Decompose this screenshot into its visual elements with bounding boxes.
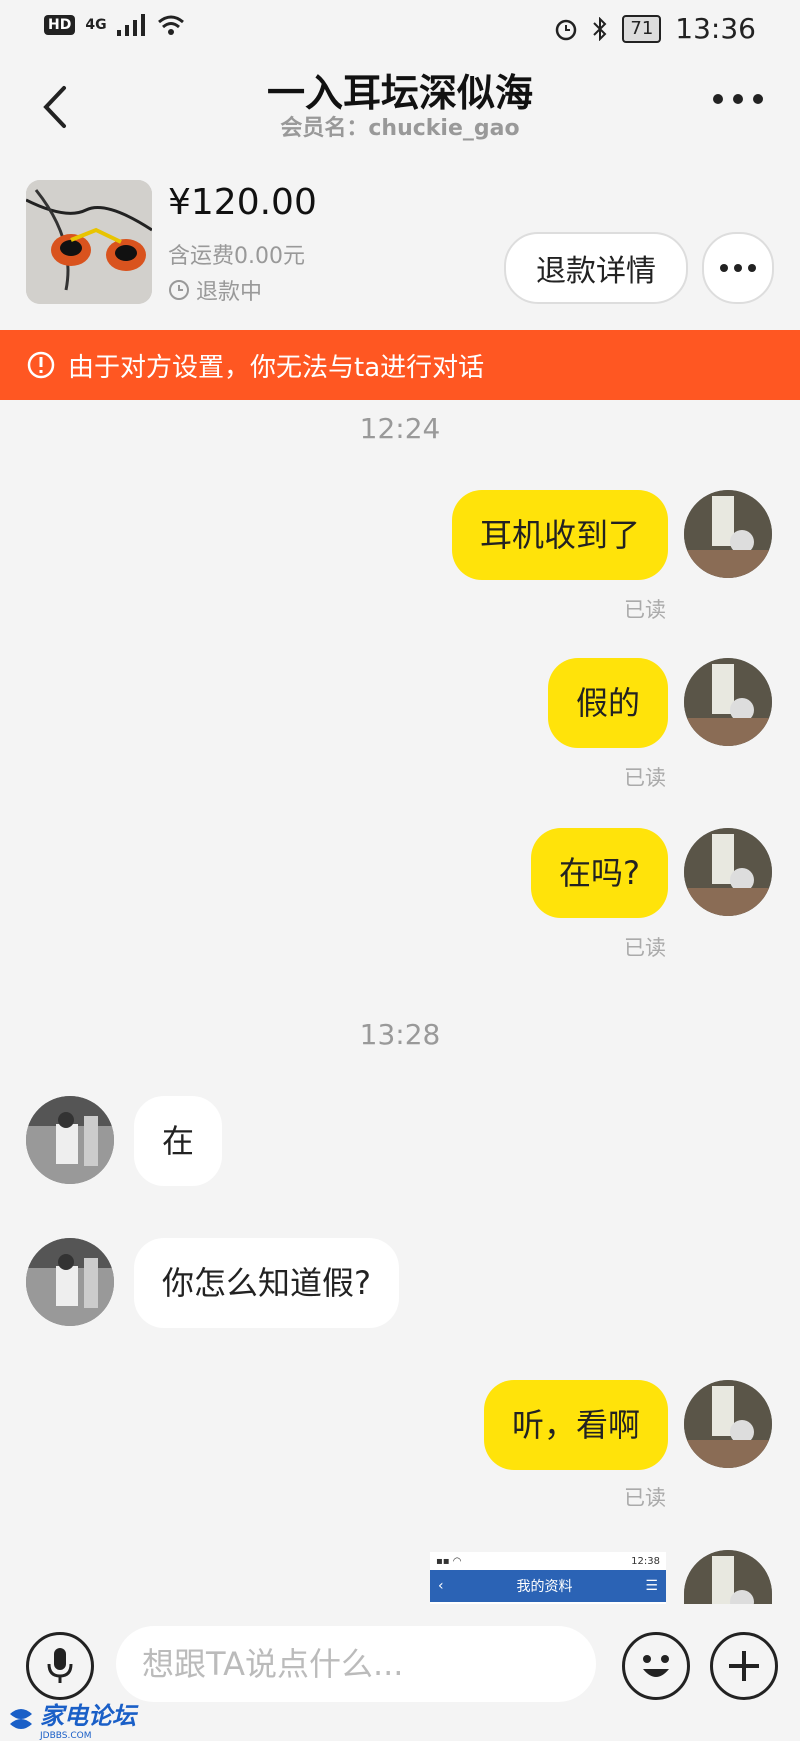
bluetooth-icon: [593, 16, 607, 41]
voice-button[interactable]: [26, 1632, 94, 1700]
more-icon[interactable]: [710, 84, 766, 114]
add-button[interactable]: [710, 1632, 778, 1700]
avatar-other[interactable]: [26, 1096, 114, 1184]
warning-banner: 由于对方设置，你无法与ta进行对话: [0, 330, 800, 400]
logo-icon: [10, 1708, 32, 1729]
read-receipt: 已读: [624, 936, 666, 960]
clock: 13:36: [675, 12, 756, 45]
warning-icon: [27, 351, 55, 379]
clock-icon: [169, 280, 189, 300]
hd-badge: HD: [44, 15, 76, 35]
order-price: ¥120.00: [168, 182, 317, 223]
screenshot-title-bar: ‹ 我的资料 ☰: [430, 1570, 666, 1602]
refund-status: 退款中: [168, 274, 262, 306]
status-right: 71 13:36: [554, 12, 756, 45]
battery-indicator: 71: [622, 14, 662, 43]
order-card: ¥120.00 含运费0.00元 退款中 退款详情: [0, 160, 800, 325]
menu-icon: ☰: [645, 1578, 658, 1594]
status-bar: HD 4G 71 13:36: [0, 0, 800, 56]
alarm-icon: [556, 19, 577, 40]
avatar-other[interactable]: [26, 1238, 114, 1326]
message-input[interactable]: [116, 1626, 596, 1702]
product-thumbnail[interactable]: [26, 180, 152, 304]
shipping-fee: 含运费0.00元: [168, 244, 305, 269]
order-more-button[interactable]: [702, 232, 774, 304]
message-bubble-sent[interactable]: 耳机收到了: [451, 490, 668, 580]
timestamp: 13:28: [359, 1018, 441, 1051]
message-bubble-sent[interactable]: 听，看啊: [483, 1380, 668, 1470]
avatar-self[interactable]: [684, 658, 772, 746]
watermark-text-block: 家电论坛 JDBBS.COM: [40, 1696, 136, 1741]
watermark-name: 家电论坛: [40, 1702, 136, 1730]
refund-status-label: 退款中: [196, 280, 263, 305]
emoji-icon[interactable]: [622, 1632, 690, 1700]
plus-icon: [729, 1651, 759, 1681]
warning-text: 由于对方设置，你无法与ta进行对话: [68, 352, 485, 383]
avatar-self[interactable]: [684, 1550, 772, 1608]
forum-watermark: 家电论坛 JDBBS.COM: [6, 1696, 136, 1741]
network-label: 4G: [85, 17, 107, 33]
chat-header: 一入耳坛深似海 会员名：chuckie_gao: [0, 56, 800, 156]
read-receipt: 已读: [624, 766, 666, 790]
microphone-icon: [47, 1648, 73, 1683]
avatar-self[interactable]: [684, 1380, 772, 1468]
screenshot-title: 我的资料: [516, 1579, 573, 1595]
member-name: 会员名：chuckie_gao: [280, 116, 520, 141]
message-bubble-sent[interactable]: 在吗?: [531, 828, 668, 918]
message-bubble-received[interactable]: 在: [134, 1096, 223, 1186]
refund-details-button[interactable]: 退款详情: [504, 232, 688, 304]
avatar-self[interactable]: [684, 490, 772, 578]
timestamp: 12:24: [359, 412, 441, 445]
message-bubble-received[interactable]: 你怎么知道假?: [134, 1238, 399, 1328]
status-left: HD 4G: [44, 14, 185, 36]
screenshot-status-bar: ▪▪ ◠ 12:38: [430, 1552, 666, 1570]
page-title: 一入耳坛深似海: [266, 71, 533, 115]
wifi-icon: [157, 15, 184, 35]
screenshot-time: 12:38: [631, 1555, 660, 1567]
signal-icon: [116, 14, 145, 36]
read-receipt: 已读: [624, 598, 666, 622]
read-receipt: 已读: [624, 1486, 666, 1510]
avatar-self[interactable]: [684, 828, 772, 916]
image-message[interactable]: ▪▪ ◠ 12:38 ‹ 我的资料 ☰: [430, 1552, 666, 1608]
more-icon: [720, 264, 756, 272]
chevron-left-icon: ‹: [438, 1578, 444, 1594]
message-bubble-sent[interactable]: 假的: [547, 658, 668, 748]
